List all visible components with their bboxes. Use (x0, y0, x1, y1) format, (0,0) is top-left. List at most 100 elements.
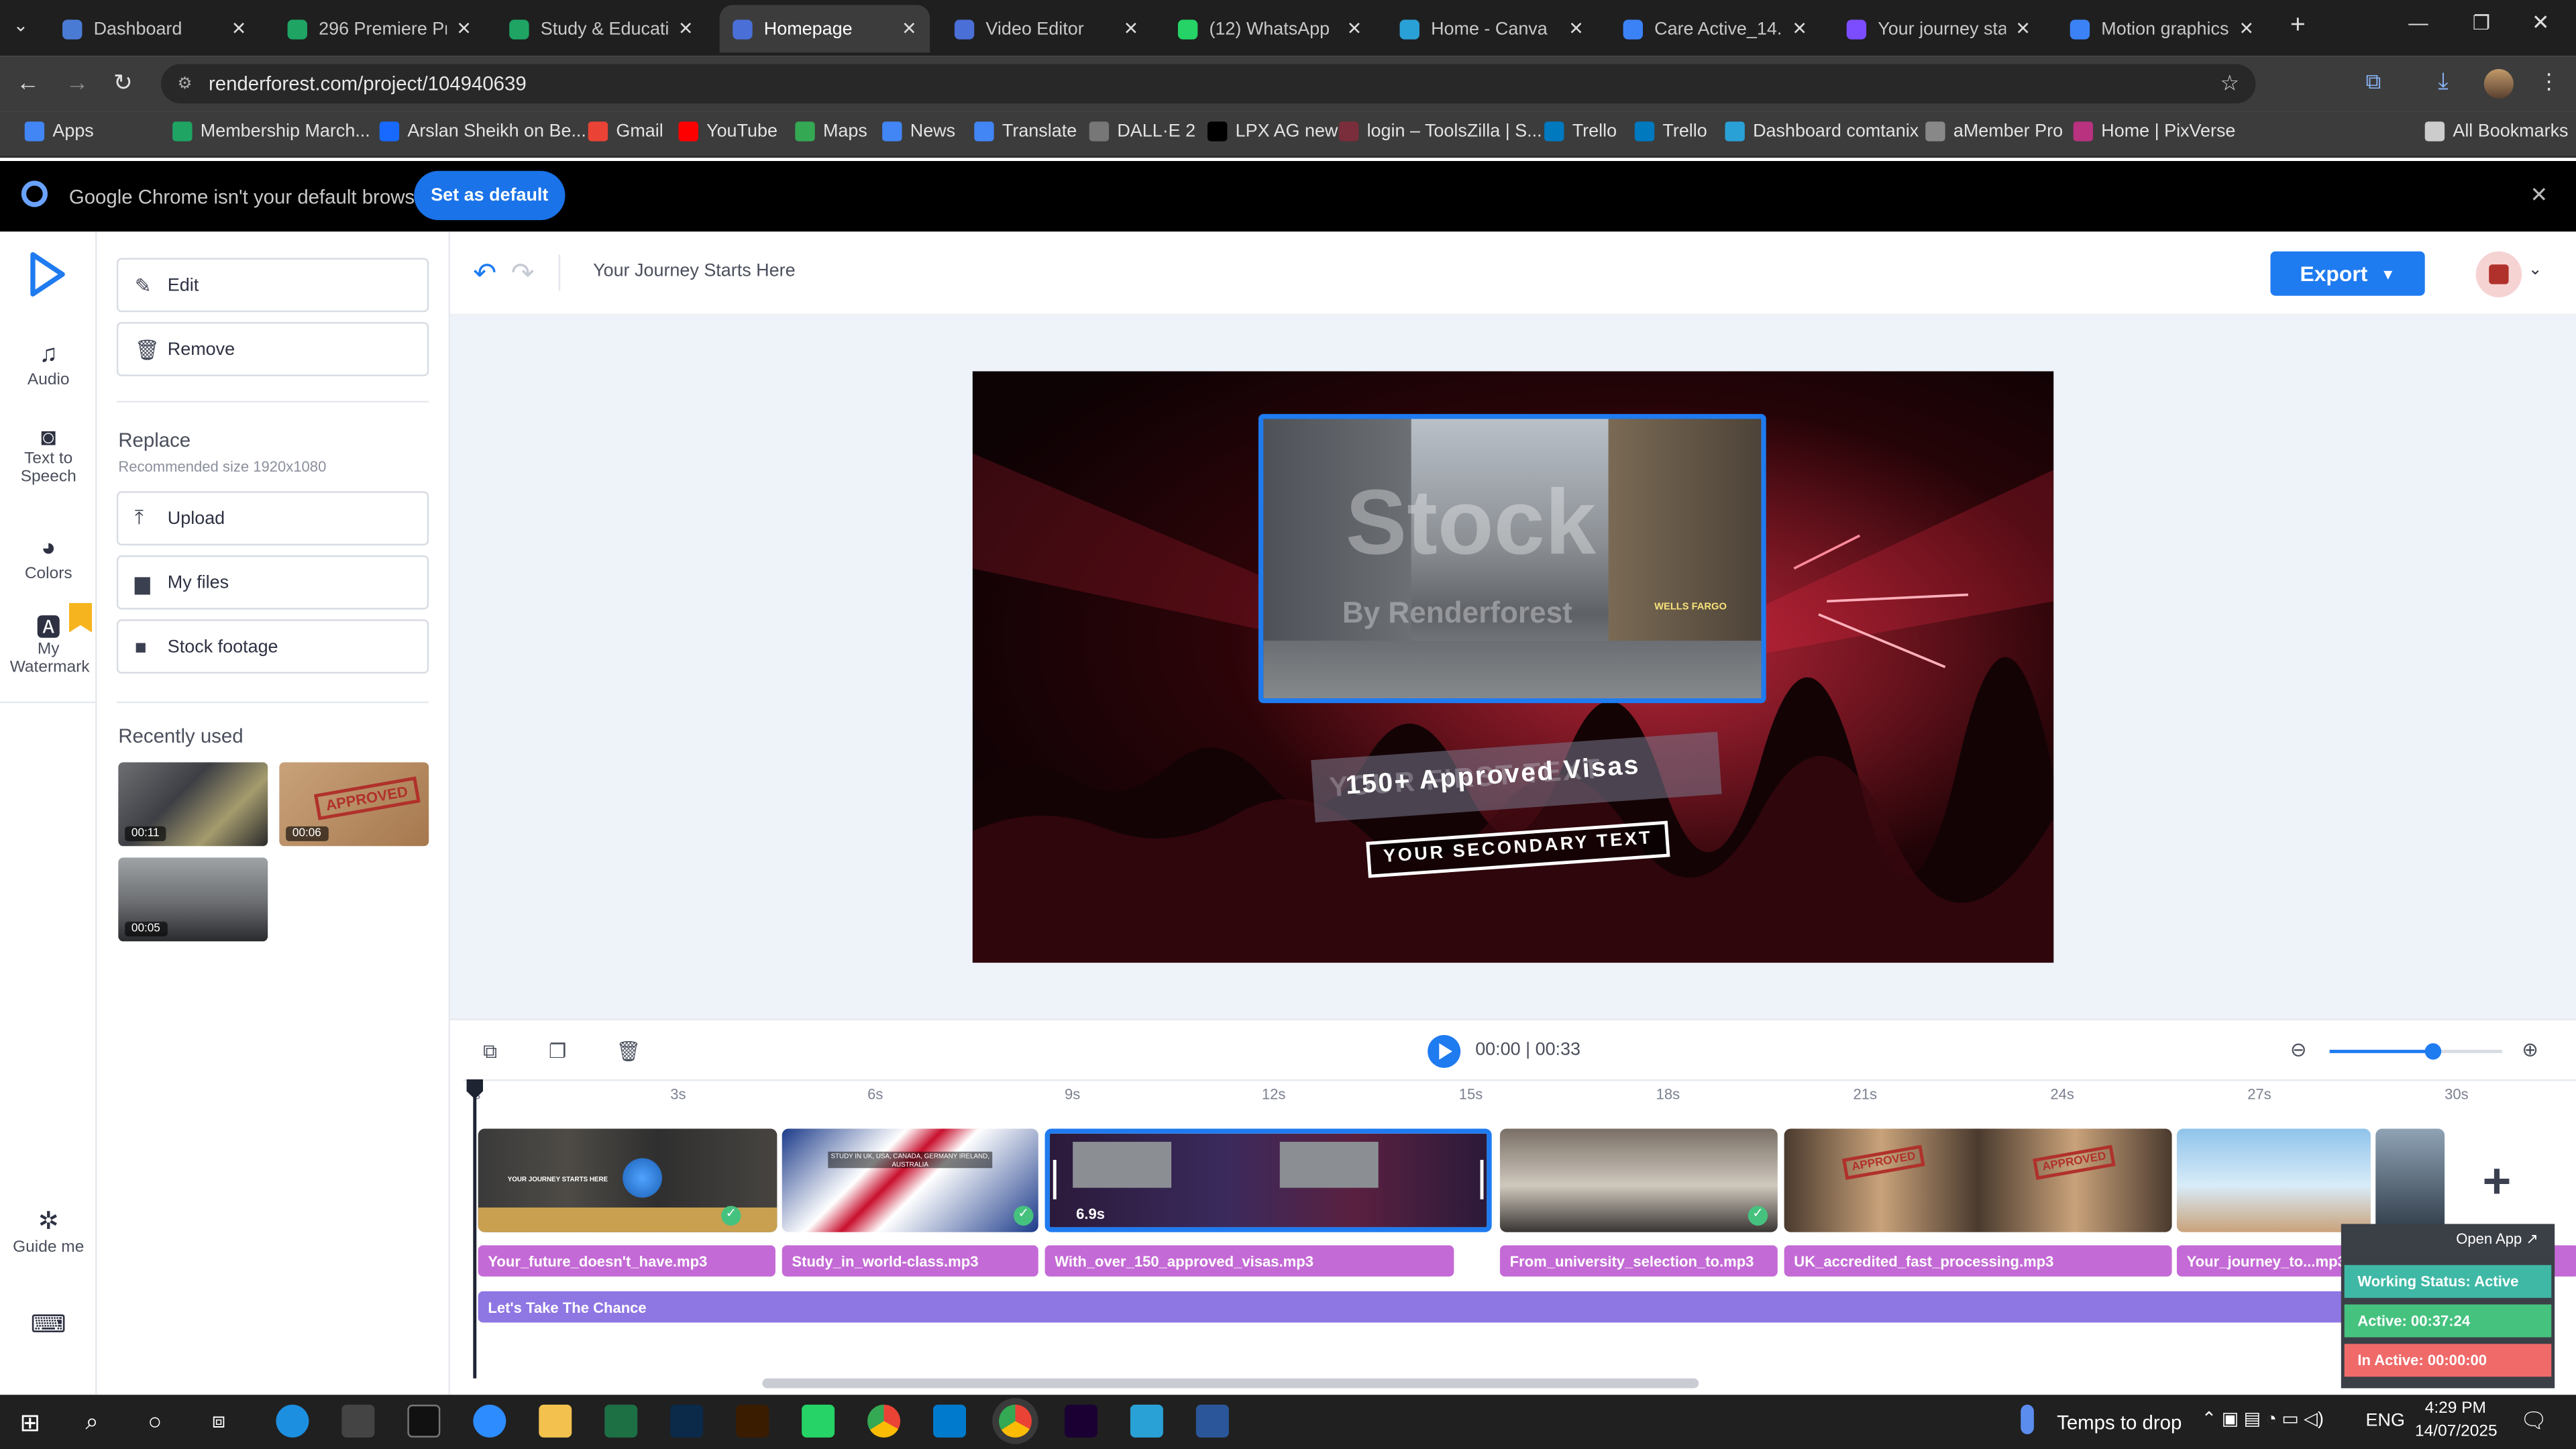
rail-guide-me[interactable]: ✲ Guide me (0, 1206, 97, 1256)
close-window-button[interactable]: ✕ (2532, 10, 2550, 36)
bookmark-item[interactable]: Home | PixVerse (2073, 121, 2235, 142)
project-title[interactable]: Your Journey Starts Here (593, 261, 795, 280)
site-info-icon[interactable]: ⚙ (177, 74, 192, 93)
selected-media-frame[interactable]: WELLS FARGO Stock By Renderforest (1258, 414, 1766, 704)
photoshop-icon[interactable] (670, 1404, 704, 1438)
rail-watermark[interactable]: 🅰 My Watermark (0, 616, 97, 677)
bookmark-item[interactable]: Translate (974, 121, 1077, 142)
tab-close-icon[interactable]: ✕ (456, 18, 472, 39)
set-default-button[interactable]: Set as default (414, 170, 566, 221)
notification-icon[interactable]: 🗨 (2520, 1408, 2547, 1434)
task-view-icon[interactable]: ⧈ (212, 1408, 225, 1434)
forward-icon[interactable]: → (66, 69, 89, 95)
trim-handle-left[interactable] (1053, 1159, 1057, 1199)
layers-icon[interactable]: ⧉ (483, 1040, 497, 1065)
upload-button[interactable]: ⤒ Upload (116, 491, 429, 546)
play-button[interactable] (1428, 1034, 1461, 1068)
bookmark-item[interactable]: News (882, 121, 955, 142)
bookmark-item[interactable]: DALL·E 2 (1089, 121, 1195, 142)
bookmark-item[interactable]: Membership March... (172, 121, 370, 142)
tab-close-icon[interactable]: ✕ (1347, 18, 1362, 39)
user-avatar[interactable] (2475, 251, 2522, 298)
browser-tab[interactable]: Dashboard ✕ (49, 5, 259, 52)
chrome-active-icon[interactable] (998, 1404, 1032, 1438)
voiceover-clip[interactable]: Your_future_doesn't_have.mp3 (478, 1245, 775, 1277)
tab-close-icon[interactable]: ✕ (902, 18, 917, 39)
chrome-icon[interactable] (867, 1404, 901, 1438)
clock-time[interactable]: 4:29 PM (2425, 1400, 2486, 1418)
tab-close-icon[interactable]: ✕ (678, 18, 694, 39)
bookmark-item[interactable]: aMember Pro (1925, 121, 2063, 142)
cortana-icon[interactable]: ○ (148, 1408, 162, 1434)
rail-keyboard[interactable]: ⌨ (0, 1309, 97, 1342)
new-tab-button[interactable]: + (2290, 11, 2306, 41)
playhead[interactable] (473, 1079, 477, 1379)
tab-close-icon[interactable]: ✕ (1568, 18, 1584, 39)
weather-text[interactable]: Temps to drop (2057, 1411, 2182, 1434)
scene-preview[interactable]: WELLS FARGO Stock By Renderforest YOUR F… (972, 371, 2054, 963)
clip-study[interactable]: STUDY IN UK, USA, CANADA, GERMANY IRELAN… (782, 1128, 1038, 1232)
add-scene-button[interactable]: + (2482, 1155, 2511, 1211)
bookmark-item[interactable]: All Bookmarks (2424, 121, 2569, 142)
browser-tab[interactable]: Video Editor ✕ (941, 5, 1151, 52)
bookmark-item[interactable]: login – ToolsZilla | S... (1338, 121, 1542, 142)
duplicate-icon[interactable]: ❐ (549, 1040, 566, 1063)
premiere-icon[interactable] (1064, 1404, 1097, 1438)
restore-button[interactable]: ❐ (2473, 11, 2490, 34)
rail-audio[interactable]: ♫ Audio (0, 340, 97, 389)
recent-thumb-approved[interactable]: APPROVED 00:06 (279, 762, 429, 847)
downloads-icon[interactable]: ⤓ (2438, 67, 2448, 95)
voiceover-clip[interactable]: With_over_150_approved_visas.mp3 (1044, 1245, 1454, 1277)
edge-icon[interactable] (276, 1404, 309, 1438)
browser-tab[interactable]: Home - Canva ✕ (1387, 5, 1597, 52)
browser-tab[interactable]: (12) WhatsApp ✕ (1165, 5, 1375, 52)
minimize-button[interactable]: — (2408, 11, 2428, 34)
my-files-button[interactable]: ▆ My files (116, 555, 429, 610)
clip-journey[interactable] (2176, 1128, 2371, 1232)
clock-date[interactable]: 14/07/2025 (2415, 1423, 2498, 1441)
voiceover-clip[interactable]: From_university_selection_to.mp3 (1499, 1245, 1778, 1277)
bookmark-star-icon[interactable]: ☆ (2220, 70, 2239, 97)
clip-outro[interactable] (2375, 1128, 2445, 1232)
bookmark-item[interactable]: Gmail (588, 121, 663, 142)
zoom-icon[interactable] (473, 1404, 506, 1438)
stock-footage-button[interactable]: ■ Stock footage (116, 619, 429, 674)
zoom-in-icon[interactable]: ⊕ (2522, 1038, 2538, 1061)
tray-icons[interactable]: ⌃ ▣ ▤ ◔ ▭ ◁) (2202, 1408, 2324, 1429)
url-field[interactable]: ⚙ renderforest.com/project/104940639 ☆ (161, 64, 2256, 104)
tab-close-icon[interactable]: ✕ (231, 18, 247, 39)
bookmark-item[interactable]: YouTube (678, 121, 777, 142)
bookmark-item[interactable]: Arslan Sheikh on Be... (379, 121, 586, 142)
clip-university[interactable] (1499, 1128, 1778, 1232)
tab-close-icon[interactable]: ✕ (1124, 18, 1139, 39)
primary-text[interactable]: 150+ Approved Visas (1345, 752, 1642, 802)
delete-icon[interactable]: 🗑 (616, 1040, 641, 1063)
browser-tab[interactable]: 296 Premiere Pro ✕ (274, 5, 484, 52)
remove-button[interactable]: 🗑 Remove (116, 322, 429, 376)
profile-avatar[interactable] (2483, 68, 2514, 99)
bookmark-item[interactable]: Apps (24, 121, 94, 142)
extensions-icon[interactable]: ⧉ (2366, 69, 2381, 95)
renderforest-logo[interactable] (28, 252, 68, 298)
rail-colors[interactable]: ◕ Colors (0, 534, 97, 583)
windows-start-icon[interactable]: ⊞ (19, 1408, 40, 1438)
illustrator-icon[interactable] (736, 1404, 769, 1438)
tab-close-icon[interactable]: ✕ (2239, 18, 2254, 39)
browser-tab[interactable]: Motion graphics ✕ (2057, 5, 2267, 52)
browser-tab[interactable]: Care Active_14.7.2 ✕ (1610, 5, 1820, 52)
search-icon[interactable]: ⌕ (85, 1408, 98, 1436)
tab-close-icon[interactable]: ✕ (2015, 18, 2031, 39)
recent-thumb-bridge[interactable]: 00:05 (118, 857, 268, 942)
export-button[interactable]: Export ▼ (2270, 251, 2425, 296)
zoom-out-icon[interactable]: ⊖ (2290, 1038, 2307, 1061)
clip-uk-accredited[interactable]: APPROVED APPROVED (1784, 1128, 2172, 1232)
word-icon[interactable] (1195, 1404, 1229, 1438)
chrome-menu-icon[interactable]: ⋮ (2538, 69, 2560, 95)
music-track[interactable]: Let's Take The Chance (478, 1291, 2450, 1323)
open-app-link[interactable]: Open App ↗ (2456, 1230, 2538, 1248)
trim-handle-right[interactable] (1480, 1159, 1484, 1199)
edit-button[interactable]: ✎ Edit (116, 258, 429, 313)
bookmark-item[interactable]: Maps (795, 121, 867, 142)
undo-icon[interactable]: ↶ (473, 258, 496, 290)
bookmark-item[interactable]: LPX AG new (1208, 121, 1338, 142)
